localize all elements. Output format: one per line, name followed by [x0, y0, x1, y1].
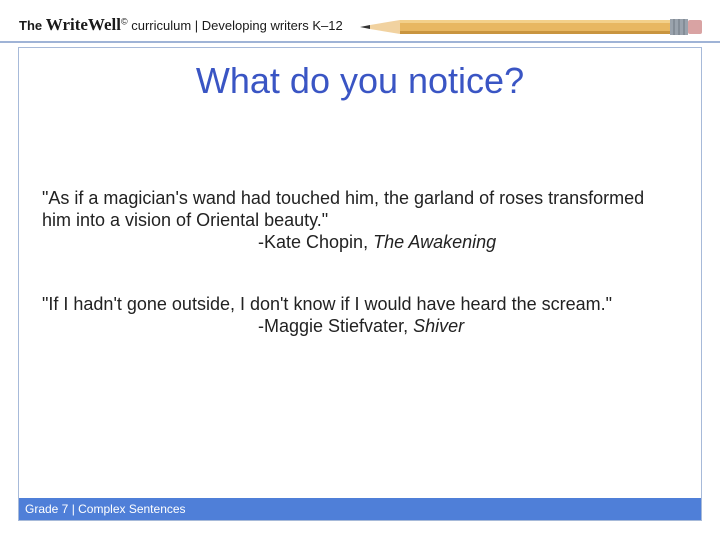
pencil-highlight — [400, 20, 670, 23]
quote-text: "If I hadn't gone outside, I don't know … — [42, 294, 612, 314]
attribution-work: Shiver — [413, 316, 465, 336]
footer-bar: Grade 7 | Complex Sentences — [19, 498, 701, 520]
quote-attribution: -Maggie Stiefvater, Shiver — [42, 315, 702, 337]
header-bar: The WriteWell© curriculum | Developing w… — [0, 0, 720, 52]
pencil-wood — [370, 20, 400, 34]
slide-page: The WriteWell© curriculum | Developing w… — [0, 0, 720, 540]
pencil-shadow — [400, 31, 670, 34]
footer-label: Grade 7 | Complex Sentences — [25, 502, 186, 516]
pencil-icon — [360, 19, 702, 35]
header-text: The WriteWell© curriculum | Developing w… — [19, 15, 343, 35]
attribution-author: -Maggie Stiefvater, — [258, 316, 414, 336]
quote-text: "As if a magician's wand had touched him… — [42, 188, 645, 230]
header-divider — [0, 41, 720, 43]
quote-block: "As if a magician's wand had touched him… — [42, 187, 662, 253]
content-frame — [18, 47, 702, 521]
attribution-work: The Awakening — [373, 232, 497, 252]
header-subtitle: curriculum | Developing writers K–12 — [127, 18, 343, 33]
quote-block: "If I hadn't gone outside, I don't know … — [42, 293, 702, 337]
brand-prefix: The — [19, 18, 43, 33]
brand-mark: © — [120, 16, 128, 27]
pencil-tip — [360, 25, 370, 29]
quote-attribution: -Kate Chopin, The Awakening — [42, 231, 662, 253]
brand-name: WriteWell — [45, 15, 121, 34]
slide-title: What do you notice? — [195, 60, 525, 101]
attribution-author: -Kate Chopin, — [258, 232, 374, 252]
pencil-eraser — [688, 20, 702, 34]
